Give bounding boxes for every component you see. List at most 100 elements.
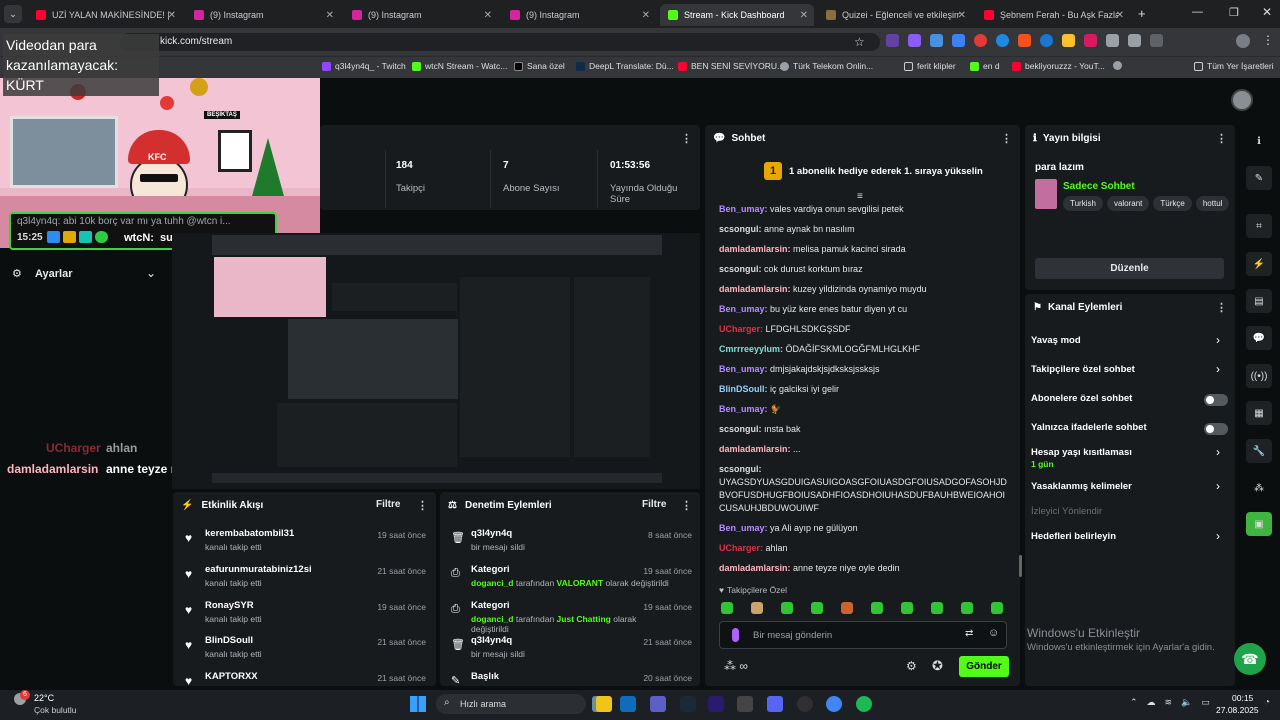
url-field[interactable]: kick.com/stream <box>120 33 880 51</box>
more-icon[interactable]: ⋮ <box>1216 301 1227 314</box>
obs-icon[interactable] <box>797 696 813 712</box>
bookmark-folder[interactable]: ferit klipler <box>904 61 956 71</box>
activity-filter-button[interactable]: Filtre <box>376 499 400 510</box>
all-bookmarks-folder[interactable]: Tüm Yer İşaretleri <box>1194 61 1274 71</box>
chat-username[interactable]: Ben_umay: <box>719 304 768 314</box>
chevron-right-icon[interactable]: › <box>1216 479 1220 493</box>
emote-icon[interactable] <box>841 602 853 614</box>
chevron-right-icon[interactable]: › <box>1216 445 1220 459</box>
extension-icon[interactable] <box>1084 34 1097 47</box>
emote-icon[interactable] <box>961 602 973 614</box>
chat-username[interactable]: scsongul: <box>719 224 762 234</box>
chat-username[interactable]: damladamlarsin: <box>719 563 791 573</box>
close-tab-icon[interactable]: ✕ <box>958 10 966 21</box>
chat-username[interactable]: damladamlarsin: <box>719 284 791 294</box>
chat-message[interactable]: UCharger: LFDGHLSDKGŞSDF <box>719 323 1009 336</box>
document-icon[interactable]: ▤ <box>1246 289 1272 313</box>
file-explorer-icon[interactable] <box>596 696 612 712</box>
taskbar-search[interactable]: ⌕ Hızlı arama <box>436 694 586 714</box>
bookmark-item[interactable]: Sana özel <box>514 61 565 71</box>
more-icon[interactable]: ⋮ <box>1216 132 1227 145</box>
chevron-right-icon[interactable]: › <box>1216 362 1220 376</box>
translate-icon[interactable]: ⇄ <box>965 628 973 639</box>
chat-message[interactable]: scsongul: UYAGSDYUASGDUIGASUIGOASGFOIUASD… <box>719 463 1009 515</box>
chevron-right-icon[interactable]: › <box>1216 529 1220 543</box>
chat-message[interactable]: Cmrrreeyylum: ÖDAĞİFSKMLOGĞFMLHGLKHF <box>719 343 1009 356</box>
more-icon[interactable]: ⋮ <box>1001 132 1012 145</box>
close-tab-icon[interactable]: ✕ <box>326 10 334 21</box>
bookmark-star-icon[interactable]: ☆ <box>854 35 865 49</box>
close-tab-icon[interactable]: ✕ <box>484 10 492 21</box>
extension-icon[interactable] <box>1106 34 1119 47</box>
browser-tab[interactable]: UZİ YALAN MAKİNESİNDE! | #P ✕ <box>28 4 182 26</box>
chat-scrollbar[interactable] <box>1019 555 1022 577</box>
bookmark-item[interactable] <box>1113 61 1126 70</box>
browser-tab[interactable]: Stream - Kick Dashboard ✕ <box>660 4 814 26</box>
chat-username[interactable]: scsongul: <box>719 264 762 274</box>
send-button[interactable]: Gönder <box>959 656 1009 677</box>
chat-username[interactable]: BlinDSoull: <box>719 384 768 394</box>
chrome-icon[interactable] <box>826 696 842 712</box>
toggle-switch[interactable] <box>1204 394 1228 406</box>
moderation-item[interactable]: ⎙ Kategori doganci_d tarafından VALORANT o… <box>451 564 692 600</box>
edit-button[interactable]: Düzenle <box>1035 258 1224 279</box>
chat-message[interactable]: damladamlarsin: anne teyze niye oyle ded… <box>719 562 1009 575</box>
emote-icon[interactable] <box>901 602 913 614</box>
settings-row[interactable]: ⚙ Ayarlar ⌄ <box>12 266 162 286</box>
clock-date[interactable]: 27.08.2025 <box>1216 705 1259 715</box>
activity-item[interactable]: ♥ eafurunmuratabiniz12si kanalı takip etti… <box>185 564 426 600</box>
maximize-button[interactable]: ❐ <box>1229 6 1239 19</box>
profile-avatar[interactable] <box>1236 34 1250 48</box>
tray-icon[interactable]: ☁ <box>1147 697 1156 708</box>
taskbar-app-icon[interactable] <box>737 696 753 712</box>
extension-icon[interactable] <box>908 34 921 47</box>
chat-message[interactable]: BlinDSoull: iç galciksi iyi gelir <box>719 383 1009 396</box>
extension-icon[interactable] <box>1128 34 1141 47</box>
discord-icon[interactable] <box>767 696 783 712</box>
browser-tab[interactable]: (9) Instagram ✕ <box>502 4 656 26</box>
extension-icon[interactable] <box>1040 34 1053 47</box>
chat-username[interactable]: damladamlarsin: <box>719 244 791 254</box>
chevron-down-icon[interactable]: ⌄ <box>146 266 156 280</box>
chat-message[interactable]: scsongul: ınsta bak <box>719 423 1009 436</box>
chat-username[interactable]: Cmrrreeyylum: <box>719 344 783 354</box>
bookmark-item[interactable]: en d <box>970 61 1000 71</box>
emote-icon[interactable] <box>871 602 883 614</box>
bot-icon[interactable]: ✪ <box>932 658 943 674</box>
emote-icon[interactable] <box>781 602 793 614</box>
close-tab-icon[interactable]: ✕ <box>1116 10 1124 21</box>
extension-icon[interactable] <box>974 34 987 47</box>
moderation-item[interactable]: ⎙ Kategori doganci_d tarafından Just Chatt… <box>451 600 692 636</box>
windows-start-icon[interactable] <box>410 696 426 712</box>
chat-tools-icon[interactable]: ⁂ ∞ <box>724 659 748 673</box>
emote-icon[interactable] <box>721 602 733 614</box>
moderation-item[interactable]: 🗑 q3l4yn4q bir mesajı sildi 8 saat önce <box>451 528 692 564</box>
emote-icon[interactable] <box>751 602 763 614</box>
steam-icon[interactable] <box>680 696 696 712</box>
moderation-filter-button[interactable]: Filtre <box>642 499 666 510</box>
mic-icon[interactable] <box>732 628 739 642</box>
more-icon[interactable]: ⋮ <box>681 132 692 145</box>
extension-icon[interactable] <box>886 34 899 47</box>
extension-icon[interactable] <box>1062 34 1075 47</box>
info-icon[interactable]: ℹ <box>1246 129 1272 153</box>
support-button[interactable]: ☎ <box>1234 643 1266 675</box>
outlook-icon[interactable] <box>620 696 636 712</box>
close-window-button[interactable]: ✕ <box>1262 5 1272 19</box>
tab-search-button[interactable]: ⌄ <box>4 5 22 23</box>
clock-time[interactable]: 00:15 <box>1232 693 1253 703</box>
chat-username[interactable]: Ben_umay: <box>719 204 768 214</box>
chat-message[interactable]: scsongul: anne aynak bn nasılım <box>719 223 1009 236</box>
layout-icon[interactable]: ▦ <box>1246 401 1272 425</box>
chat-username[interactable]: scsongul: <box>719 464 762 474</box>
chat-message[interactable]: UCharger: ahlan <box>719 542 1009 555</box>
bookmark-item[interactable]: wtcN Stream - Watc... <box>412 61 507 71</box>
chevron-right-icon[interactable]: › <box>1216 333 1220 347</box>
bookmark-item[interactable]: DeepL Translate: Dü... <box>576 61 674 71</box>
emote-icon[interactable] <box>991 602 1003 614</box>
spotify-icon[interactable] <box>856 696 872 712</box>
more-icon[interactable]: ⋮ <box>417 499 428 512</box>
edit-icon[interactable]: ✎ <box>1246 166 1272 190</box>
activity-item[interactable]: ♥ kerembabatombil31 kanalı takip etti 19 sa… <box>185 528 426 564</box>
chat-message[interactable]: Ben_umay: 🐓 <box>719 403 1009 416</box>
